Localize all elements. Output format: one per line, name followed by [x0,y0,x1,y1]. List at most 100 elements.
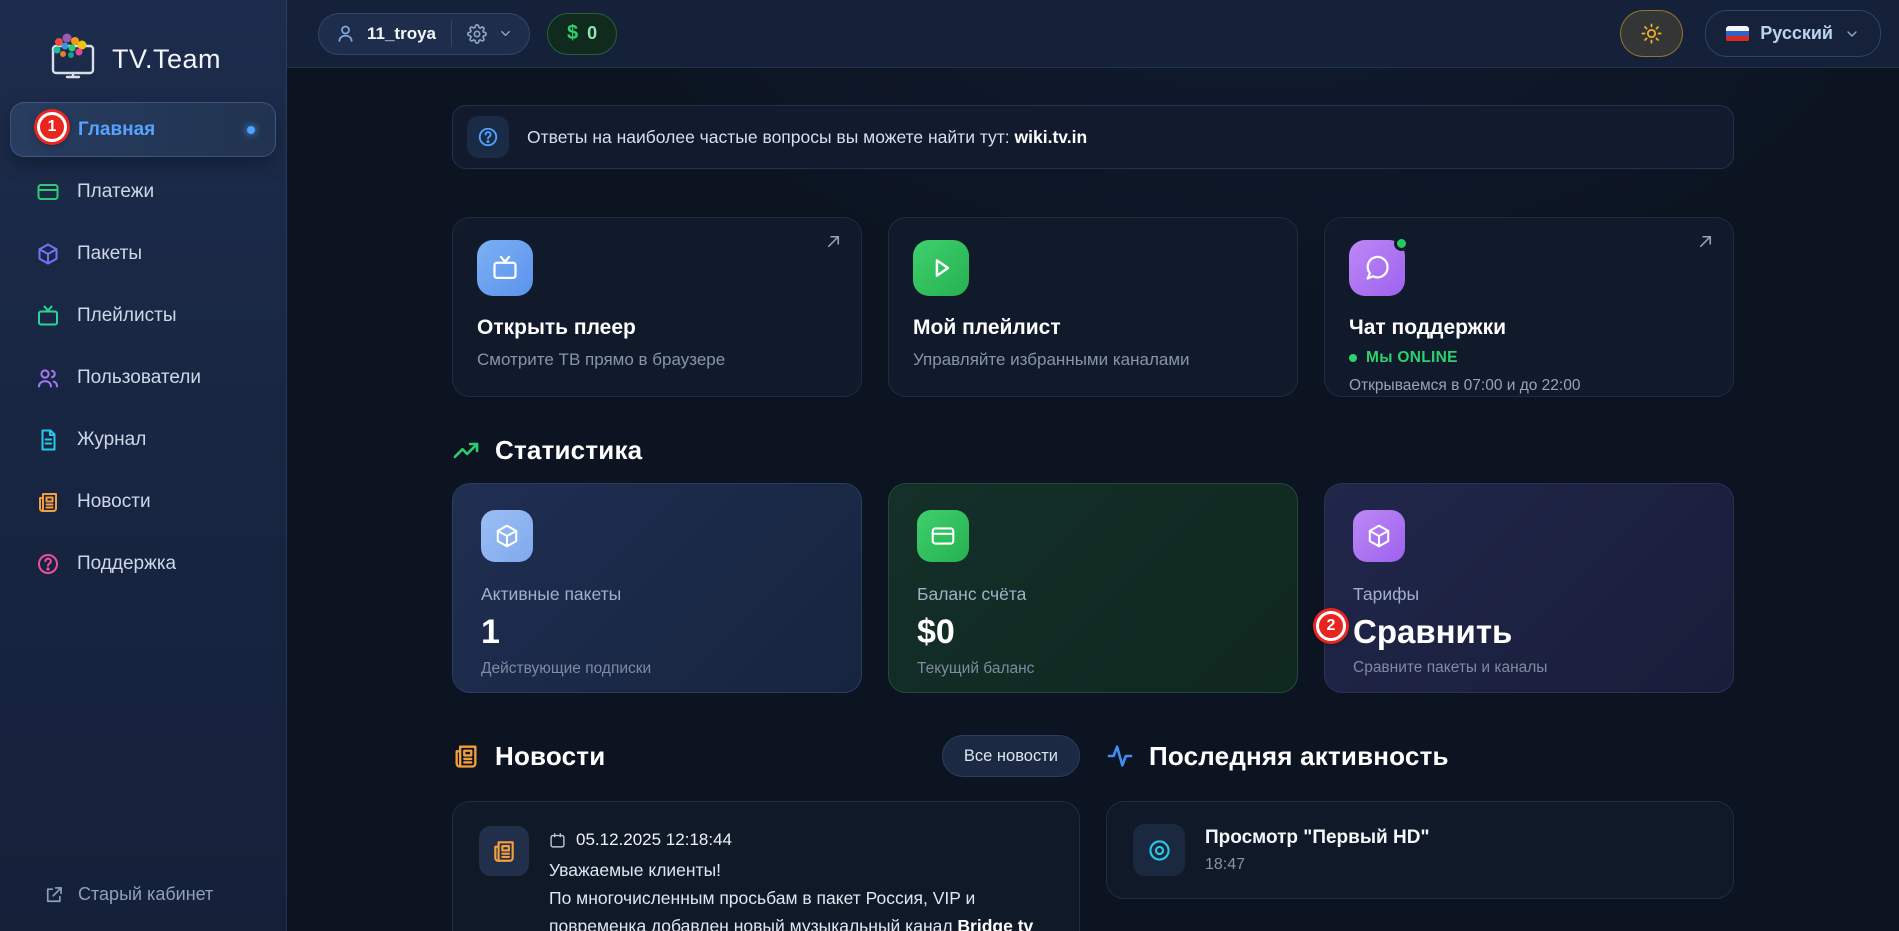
brand-name: TV.Team [112,44,221,75]
stats-row: Активные пакеты 1 Действующие подписки Б… [452,483,1734,693]
section-title: Новости [495,741,605,772]
stat-sublabel: Действующие подписки [481,660,833,678]
news-header: Новости Все новости [452,734,1080,778]
sidebar-item-packages[interactable]: Пакеты [10,223,276,285]
old-cabinet-link[interactable]: Старый кабинет [44,884,213,905]
main-content: Ответы на наиболее частые вопросы вы мож… [287,68,1899,931]
tv-icon [477,240,533,296]
stat-label: Тарифы [1353,584,1705,605]
stat-value: $0 [917,613,1269,652]
open-player-card[interactable]: Открыть плеер Смотрите ТВ прямо в браузе… [452,217,862,397]
stat-label: Активные пакеты [481,584,833,605]
theme-toggle-button[interactable] [1620,10,1683,57]
arrow-up-right-icon [824,232,843,251]
currency-symbol: $ [567,22,578,45]
language-label: Русский [1760,23,1833,44]
support-chat-card[interactable]: Чат поддержки Мы ONLINE Открываемся в 07… [1324,217,1734,397]
topbar: 11_troya $ 0 Русский [287,0,1899,68]
active-packages-stat-card[interactable]: Активные пакеты 1 Действующие подписки [452,483,862,693]
package-icon [481,510,533,562]
user-menu[interactable]: 11_troya [318,13,530,55]
newspaper-icon [36,490,60,514]
news-text: По многочисленным просьбам в пакет Росси… [549,888,975,931]
active-indicator-dot [247,126,255,134]
activity-text: Просмотр "Первый HD" 18:47 [1205,827,1429,874]
sidebar-item-label: Главная [78,119,155,141]
activity-section: Последняя активность Просмотр "Первый HD… [1106,734,1734,931]
sidebar-item-label: Журнал [77,429,146,451]
sun-icon [1641,23,1662,44]
credit-card-icon [917,510,969,562]
faq-text: Ответы на наиболее частые вопросы вы мож… [527,127,1010,147]
all-news-button[interactable]: Все новости [942,735,1080,777]
chat-bubble-icon [1349,240,1405,296]
card-title: Открыть плеер [477,316,837,340]
stat-label: Баланс счёта [917,584,1269,605]
news-body: 05.12.2025 12:18:44 Уважаемые клиенты! П… [549,826,1053,931]
old-cabinet-label: Старый кабинет [78,884,213,905]
balance-stat-card[interactable]: Баланс счёта $0 Текущий баланс [888,483,1298,693]
sidebar-item-label: Пользователи [77,367,201,389]
activity-item: Просмотр "Первый HD" 18:47 [1106,801,1734,899]
card-title: Мой плейлист [913,316,1273,340]
activity-pulse-icon [1106,742,1134,770]
document-icon [36,428,60,452]
activity-title: Просмотр "Первый HD" [1205,827,1429,849]
sidebar-item-payments[interactable]: Платежи [10,161,276,223]
news-line-1: Уважаемые клиенты! [549,856,1053,884]
news-line-2: По многочисленным просьбам в пакет Росси… [549,884,1053,931]
sidebar-item-users[interactable]: Пользователи [10,347,276,409]
card-subtitle: Смотрите ТВ прямо в браузере [477,350,837,370]
calendar-icon [549,832,566,849]
sidebar-item-support[interactable]: Поддержка [10,533,276,595]
annotation-badge-2: 2 [1316,611,1346,641]
sidebar-nav: Главная Платежи Пакеты Плейлисты Поль [0,96,286,595]
trending-up-icon [452,437,480,465]
support-hours: Открываемся в 07:00 и до 22:00 [1349,377,1709,395]
bottom-row: Новости Все новости 05.12.20 [452,734,1734,931]
gear-icon[interactable] [467,24,487,44]
external-link-icon [44,885,64,905]
my-playlist-card[interactable]: Мой плейлист Управляйте избранными канал… [888,217,1298,397]
tv-team-logo-icon [44,33,102,85]
news-date-row: 05.12.2025 12:18:44 [549,826,1053,854]
newspaper-icon [479,826,529,876]
balance-amount: 0 [587,23,597,44]
tariffs-compare-card[interactable]: Тарифы Сравнить Сравните пакеты и каналы [1324,483,1734,693]
online-status: Мы ONLINE [1349,349,1709,367]
package-icon [36,242,60,266]
sidebar-item-news[interactable]: Новости [10,471,276,533]
statistics-header: Статистика [452,435,1734,466]
pill-divider [451,21,452,47]
chevron-down-icon [498,26,513,41]
annotation-badge-1: 1 [37,112,67,142]
language-selector[interactable]: Русский [1705,10,1881,57]
green-dot-icon [1349,354,1357,362]
eye-icon [1133,824,1185,876]
brand-logo[interactable]: TV.Team [0,0,286,96]
section-title: Статистика [495,435,642,466]
username: 11_troya [367,24,436,44]
activity-header: Последняя активность [1106,734,1734,778]
action-cards-row: Открыть плеер Смотрите ТВ прямо в браузе… [452,217,1734,397]
balance-chip[interactable]: $ 0 [547,13,617,55]
sidebar-item-playlists[interactable]: Плейлисты [10,285,276,347]
stat-sublabel: Текущий баланс [917,660,1269,678]
sidebar-item-label: Пакеты [77,243,142,265]
sidebar-item-label: Поддержка [77,553,176,575]
news-card[interactable]: 05.12.2025 12:18:44 Уважаемые клиенты! П… [452,801,1080,931]
chevron-down-icon [1844,26,1860,42]
activity-time: 18:47 [1205,856,1429,874]
sidebar-item-journal[interactable]: Журнал [10,409,276,471]
card-subtitle: Управляйте избранными каналами [913,350,1273,370]
credit-card-icon [36,180,60,204]
arrow-up-right-icon [1696,232,1715,251]
card-title: Чат поддержки [1349,316,1709,340]
faq-banner: Ответы на наиболее частые вопросы вы мож… [452,105,1734,169]
compare-link[interactable]: Сравнить [1353,613,1705,651]
news-section: Новости Все новости 05.12.20 [452,734,1080,931]
stat-sublabel: Сравните пакеты и каналы [1353,659,1705,677]
user-icon [335,23,356,44]
package-icon [1353,510,1405,562]
question-circle-icon [467,116,509,158]
